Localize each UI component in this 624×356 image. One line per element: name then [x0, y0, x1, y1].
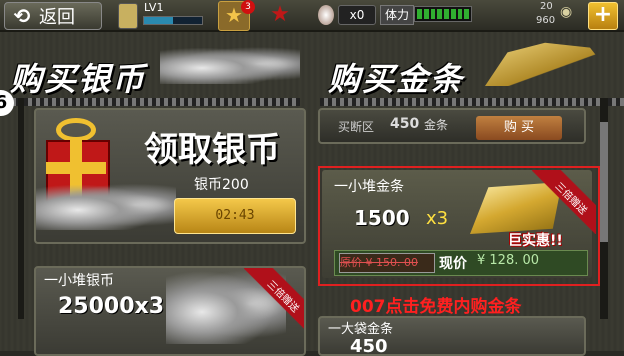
star-notification-badge: 3	[241, 0, 255, 14]
silver-pack-card[interactable]: 一小堆银币 25000x3 三倍赠送	[34, 266, 306, 356]
original-price: 原价 ¥ 150. 00	[339, 253, 435, 273]
gold-rail-divider	[320, 98, 624, 106]
triple-bonus-ribbon-label: 三倍赠送	[552, 180, 589, 217]
stamina-segment	[430, 9, 436, 19]
stamina-segment	[444, 9, 449, 19]
stamina-segment	[417, 9, 422, 19]
gold-bar-pile-icon	[485, 42, 620, 86]
stamina-bar	[414, 6, 472, 22]
stamina-segment	[457, 9, 463, 19]
gold-pack-card-highlighted[interactable]: 一小堆金条 1500 x3 巨实惠!! 三倍赠送 原价 ¥ 150. 00 现价…	[318, 166, 600, 286]
back-arrow-icon: ⟲	[13, 4, 31, 28]
stamina-segment	[423, 9, 429, 19]
claim-timer-button[interactable]: 02:43	[174, 198, 296, 234]
level-badge-icon	[118, 3, 138, 29]
gold-large-pack-amount: 450	[350, 336, 388, 356]
stamina-segment	[437, 9, 442, 19]
stamina-segment	[464, 9, 469, 19]
gold-large-pack-name: 一大袋金条	[328, 322, 394, 337]
current-price-label: 现价	[439, 256, 467, 272]
gold-list-scroll-thumb[interactable]	[600, 122, 608, 242]
gold-buyout-card[interactable]: 买断区 450 金条 购 买	[318, 108, 586, 144]
gold-large-pack-card[interactable]: 一大袋金条 450	[318, 316, 586, 356]
gold-buyout-label: 买断区	[338, 120, 375, 134]
gold-list-scrollbar[interactable]	[600, 98, 608, 319]
rank-star-icon[interactable]: ★	[262, 2, 298, 28]
claim-silver-title: 领取银币	[144, 130, 280, 170]
current-price: ¥ 128. 00	[477, 253, 540, 268]
claim-silver-amount: 银币200	[194, 177, 249, 193]
triple-bonus-ribbon: 三倍赠送	[244, 268, 304, 332]
gold-buyout-amount: 450	[390, 116, 420, 132]
resource-count-top: 20	[540, 1, 553, 12]
coin-stack-icon: ◉	[560, 4, 573, 20]
gold-pack-card-body[interactable]: 一小堆金条 1500 x3 巨实惠!! 三倍赠送 原价 ¥ 150. 00 现价…	[322, 170, 596, 278]
price-row[interactable]: 原价 ¥ 150. 00 现价 ¥ 128. 00	[334, 250, 588, 276]
gold-section-title: 购买金条	[328, 60, 465, 98]
triple-bonus-ribbon-label: 三倍赠送	[264, 278, 301, 315]
resource-count-bottom: 960	[536, 15, 556, 26]
silver-coins-icon	[36, 180, 176, 230]
overlay-caption: 007点击免费内购金条	[350, 297, 522, 317]
gold-pack-multiplier: x3	[426, 208, 449, 229]
egg-count: x0	[338, 5, 376, 25]
egg-icon	[318, 5, 334, 25]
claim-silver-card[interactable]: 领取银币 银币200 02:43	[34, 108, 306, 244]
silver-coin-pile-icon	[160, 44, 300, 84]
level-progress-bar	[143, 16, 203, 25]
silver-rail-divider	[0, 98, 300, 106]
stamina-label: 体力	[380, 5, 414, 25]
silver-list-scrollbar[interactable]	[18, 98, 24, 319]
add-currency-button[interactable]: +	[588, 2, 618, 30]
level-label: LV1	[144, 1, 164, 14]
silver-section-title: 购买银币	[10, 60, 147, 98]
gift-ribbon-horizontal	[46, 162, 106, 174]
back-button[interactable]: ⟲ 返回	[4, 2, 102, 30]
stamina-segment	[450, 9, 456, 19]
gold-pack-amount: 1500	[354, 206, 410, 230]
silver-pack-name: 一小堆银币	[44, 273, 114, 289]
gift-bow-icon	[56, 118, 96, 142]
gold-pack-name: 一小堆金条	[334, 179, 404, 195]
buy-button[interactable]: 购 买	[476, 116, 562, 140]
level-progress-fill	[144, 17, 173, 24]
silver-pack-amount: 25000x3	[58, 294, 165, 319]
back-label: 返回	[39, 7, 75, 28]
gold-buyout-unit: 金条	[424, 118, 449, 132]
triple-bonus-ribbon: 三倍赠送	[532, 170, 596, 234]
